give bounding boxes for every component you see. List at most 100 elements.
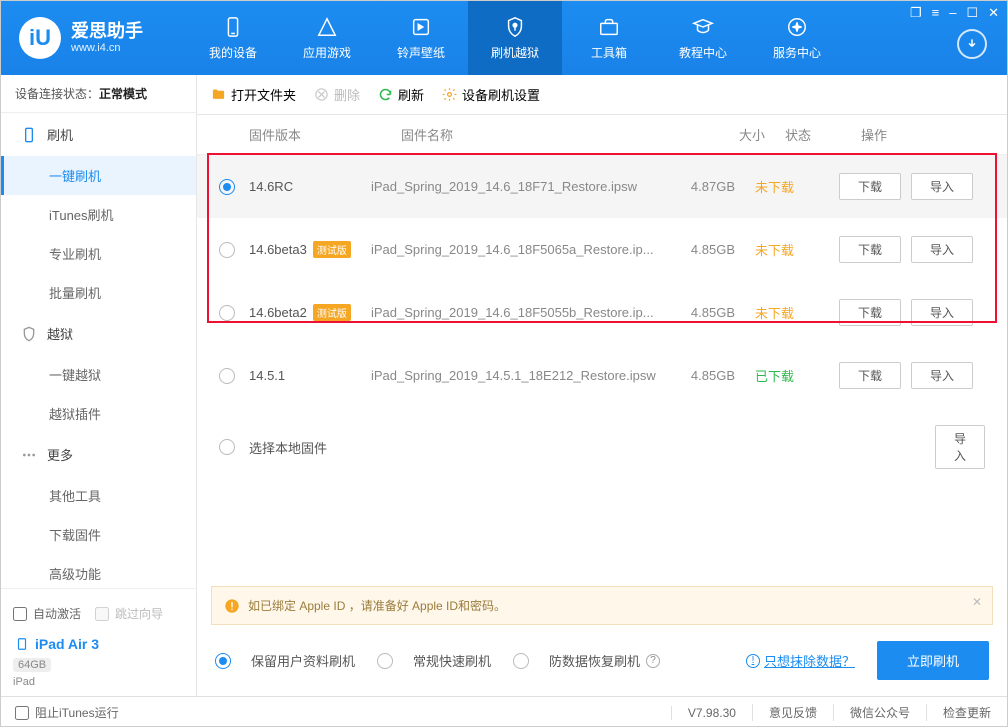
td-actions: 下载导入 [811, 299, 985, 326]
sidebar-item-advanced[interactable]: 高级功能 [1, 554, 196, 588]
alert-close-icon[interactable]: ✕ [972, 595, 982, 609]
minimize-icon[interactable]: – [949, 5, 956, 21]
sidebar-item-itunes-flash[interactable]: iTunes刷机 [1, 195, 196, 234]
td-size: 4.85GB [671, 242, 735, 257]
menu-icon[interactable]: ≡ [932, 5, 940, 21]
td-status: 未下载 [735, 303, 811, 322]
main-panel: 打开文件夹 删除 刷新 设备刷机设置 固件版本 固件名称 大小 状态 操作 14… [197, 75, 1007, 696]
statusbar: 阻止iTunes运行 V7.98.30 意见反馈 微信公众号 检查更新 [1, 696, 1007, 728]
table-row[interactable]: 14.6beta2 测试版iPad_Spring_2019_14.6_18F50… [197, 281, 1007, 344]
sidebar: 设备连接状态：正常模式 刷机 一键刷机 iTunes刷机 专业刷机 批量刷机 越… [1, 75, 197, 696]
radio-select[interactable] [219, 368, 235, 384]
device-status: 设备连接状态：正常模式 [1, 75, 196, 113]
help-icon[interactable]: ? [646, 654, 660, 668]
td-size: 4.85GB [671, 305, 735, 320]
td-version: 14.6beta2 测试版 [249, 304, 371, 321]
wechat-link[interactable]: 微信公众号 [833, 704, 926, 721]
open-folder-button[interactable]: 打开文件夹 [211, 85, 296, 104]
download-button[interactable]: 下载 [839, 173, 901, 200]
sidebar-item-pro-flash[interactable]: 专业刷机 [1, 234, 196, 273]
sidebar-item-oneclick-jb[interactable]: 一键越狱 [1, 355, 196, 394]
table-row[interactable]: 14.5.1iPad_Spring_2019_14.5.1_18E212_Res… [197, 344, 1007, 407]
header: iU 爱思助手 www.i4.cn 我的设备 应用游戏 铃声壁纸 刷机越狱 工具… [1, 1, 1007, 75]
table-row[interactable]: 14.6RCiPad_Spring_2019_14.6_18F71_Restor… [197, 155, 1007, 218]
stop-itunes-checkbox[interactable] [15, 706, 29, 720]
device-storage: 64GB [13, 658, 51, 672]
nav-my-device[interactable]: 我的设备 [186, 1, 280, 75]
local-firmware-row[interactable]: 选择本地固件 导入 [197, 407, 1007, 487]
nav-apps[interactable]: 应用游戏 [280, 1, 374, 75]
th-action: 操作 [841, 125, 985, 144]
close-icon[interactable]: ✕ [988, 5, 999, 21]
download-button[interactable]: 下载 [839, 362, 901, 389]
td-version: 14.6RC [249, 179, 371, 194]
sidebar-group-more[interactable]: 更多 [1, 433, 196, 476]
td-size: 4.85GB [671, 368, 735, 383]
import-button[interactable]: 导入 [911, 362, 973, 389]
sidebar-item-other-tools[interactable]: 其他工具 [1, 476, 196, 515]
td-name: iPad_Spring_2019_14.5.1_18E212_Restore.i… [371, 368, 671, 383]
logo-area: iU 爱思助手 www.i4.cn [1, 17, 186, 59]
radio-local[interactable] [219, 439, 235, 455]
warning-icon [224, 598, 240, 614]
refresh-button[interactable]: 刷新 [378, 85, 424, 104]
td-version: 14.6beta3 测试版 [249, 241, 371, 258]
download-button[interactable]: 下载 [839, 236, 901, 263]
top-nav: 我的设备 应用游戏 铃声壁纸 刷机越狱 工具箱 教程中心 服务中心 [186, 1, 1007, 75]
flash-now-button[interactable]: 立即刷机 [877, 641, 989, 680]
maximize-icon[interactable]: ☐ [966, 5, 978, 21]
opt-keep-data[interactable]: 保留用户资料刷机 [215, 651, 355, 670]
nav-tutorials[interactable]: 教程中心 [656, 1, 750, 75]
feedback-link[interactable]: 意见反馈 [752, 704, 833, 721]
td-version: 14.5.1 [249, 368, 371, 383]
radio-select[interactable] [219, 242, 235, 258]
th-version: 固件版本 [249, 125, 401, 144]
th-size: 大小 [701, 125, 765, 144]
alert-bar: 如已绑定 Apple ID ，请准备好 Apple ID和密码。 ✕ [211, 586, 993, 625]
td-actions: 下载导入 [811, 173, 985, 200]
sidebar-item-jb-plugins[interactable]: 越狱插件 [1, 394, 196, 433]
nav-service[interactable]: 服务中心 [750, 1, 844, 75]
sidebar-item-batch-flash[interactable]: 批量刷机 [1, 273, 196, 312]
theme-icon[interactable]: ❐ [910, 5, 922, 21]
import-local-button[interactable]: 导入 [935, 425, 985, 469]
opt-anti-recover[interactable]: 防数据恢复刷机? [513, 651, 660, 670]
download-manager-icon[interactable] [957, 29, 987, 59]
window-controls: ❐ ≡ – ☐ ✕ [910, 5, 999, 21]
download-button[interactable]: 下载 [839, 299, 901, 326]
logo-icon: iU [19, 17, 61, 59]
table-row[interactable]: 14.6beta3 测试版iPad_Spring_2019_14.6_18F50… [197, 218, 1007, 281]
device-card[interactable]: iPad Air 3 [13, 630, 184, 658]
skip-guide-checkbox [95, 607, 109, 621]
sidebar-group-jailbreak[interactable]: 越狱 [1, 312, 196, 355]
delete-button: 删除 [314, 85, 360, 104]
td-status: 未下载 [735, 177, 811, 196]
td-actions: 下载导入 [811, 362, 985, 389]
import-button[interactable]: 导入 [911, 299, 973, 326]
td-size: 4.87GB [671, 179, 735, 194]
toolbar: 打开文件夹 删除 刷新 设备刷机设置 [197, 75, 1007, 115]
radio-select[interactable] [219, 305, 235, 321]
opt-normal[interactable]: 常规快速刷机 [377, 651, 491, 670]
td-status: 未下载 [735, 240, 811, 259]
import-button[interactable]: 导入 [911, 173, 973, 200]
firmware-table: 固件版本 固件名称 大小 状态 操作 14.6RCiPad_Spring_201… [197, 115, 1007, 578]
table-header: 固件版本 固件名称 大小 状态 操作 [197, 115, 1007, 155]
nav-toolbox[interactable]: 工具箱 [562, 1, 656, 75]
sidebar-item-download-fw[interactable]: 下载固件 [1, 515, 196, 554]
brand-name: 爱思助手 [71, 22, 143, 42]
radio-select[interactable] [219, 179, 235, 195]
settings-button[interactable]: 设备刷机设置 [442, 85, 540, 104]
brand-url: www.i4.cn [71, 42, 143, 54]
sidebar-item-oneclick-flash[interactable]: 一键刷机 [1, 156, 196, 195]
erase-only-link[interactable]: !只想抹除数据？ [746, 651, 855, 670]
check-update-link[interactable]: 检查更新 [926, 704, 1007, 721]
td-name: iPad_Spring_2019_14.6_18F71_Restore.ipsw [371, 179, 671, 194]
auto-activate-checkbox[interactable] [13, 607, 27, 621]
sidebar-group-flash[interactable]: 刷机 [1, 113, 196, 156]
td-status: 已下载 [735, 366, 811, 385]
nav-ringtones[interactable]: 铃声壁纸 [374, 1, 468, 75]
td-name: iPad_Spring_2019_14.6_18F5065a_Restore.i… [371, 242, 671, 257]
nav-flash-jailbreak[interactable]: 刷机越狱 [468, 1, 562, 75]
import-button[interactable]: 导入 [911, 236, 973, 263]
